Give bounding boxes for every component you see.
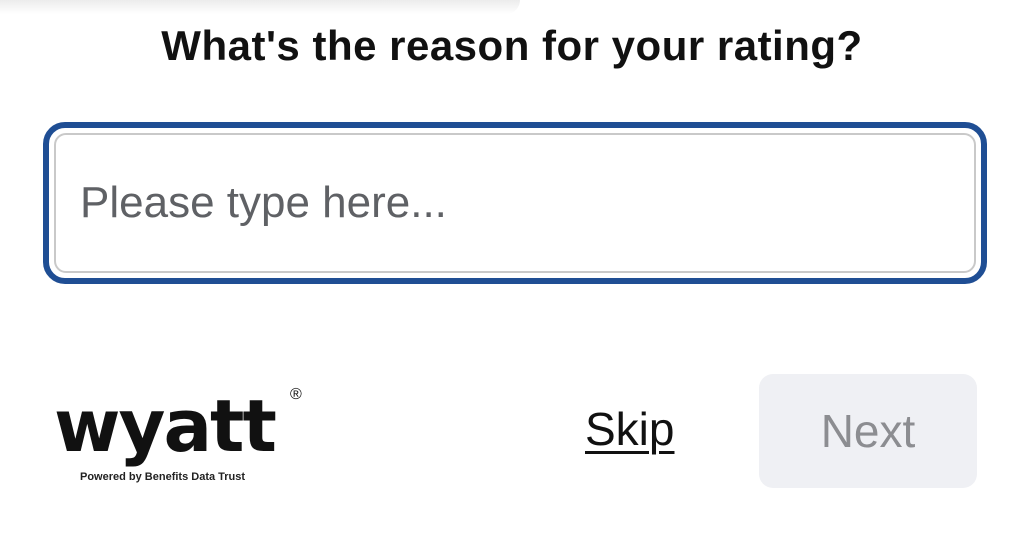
skip-link[interactable]: Skip <box>585 402 674 456</box>
question-heading: What's the reason for your rating? <box>161 22 863 69</box>
reason-input-focus-ring <box>43 122 987 284</box>
rating-reason-dialog: What's the reason for your rating? wyatt… <box>0 0 1024 551</box>
registered-trademark-icon: ® <box>290 386 302 403</box>
reason-input-box[interactable] <box>54 133 976 273</box>
wyatt-logo: wyatt ® Powered by Benefits Data Trust <box>54 384 314 494</box>
next-button[interactable]: Next <box>759 374 977 488</box>
top-edge-shadow <box>0 0 520 14</box>
logo-wordmark: wyatt <box>54 384 277 468</box>
logo-tagline: Powered by Benefits Data Trust <box>80 471 246 483</box>
reason-input[interactable] <box>56 135 974 271</box>
